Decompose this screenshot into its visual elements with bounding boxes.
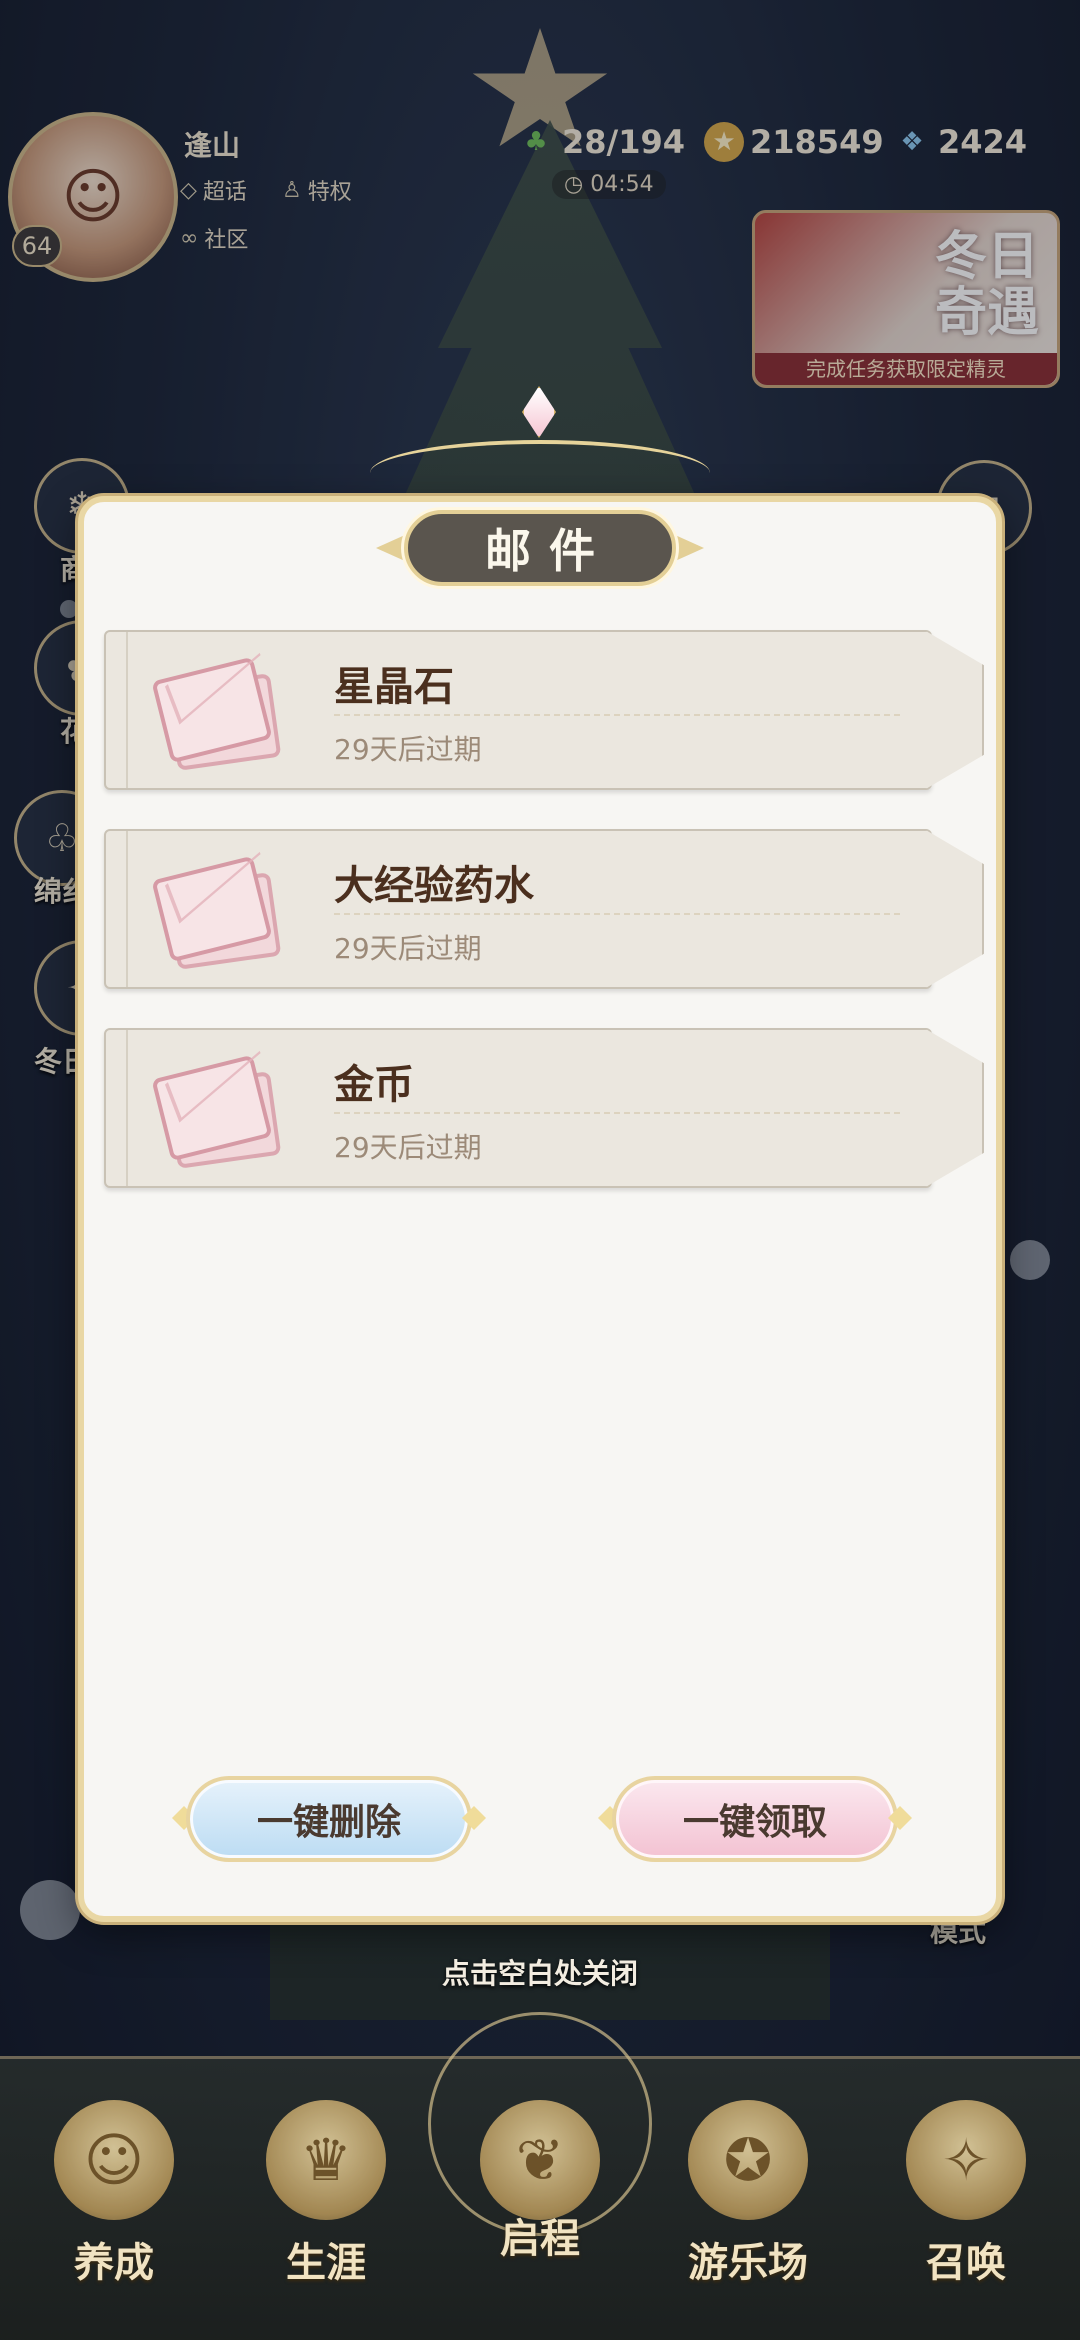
- playground-icon: ✪: [688, 2100, 808, 2220]
- mail-divider: [334, 1112, 900, 1114]
- nav-label: 启程: [500, 2216, 580, 2262]
- mail-title: 星晶石: [334, 664, 454, 710]
- crown-icon: ♛: [266, 2100, 386, 2220]
- mail-item[interactable]: 大经验药水 29天后过期: [104, 829, 984, 989]
- nav-item-develop[interactable]: ☺ 养成: [24, 2080, 204, 2320]
- mail-title: 大经验药水: [334, 863, 534, 909]
- mail-divider: [334, 714, 900, 716]
- summon-card-icon: ✧: [906, 2100, 1026, 2220]
- mail-expire: 29天后过期: [334, 733, 482, 766]
- nav-item-career[interactable]: ♛ 生涯: [236, 2080, 416, 2320]
- mail-card: 金币 29天后过期: [104, 1028, 932, 1188]
- mail-tab-decoration: [924, 1028, 984, 1188]
- claim-all-button[interactable]: 一键领取: [612, 1776, 898, 1862]
- mail-title: 金币: [334, 1062, 414, 1108]
- nav-label: 养成: [74, 2240, 154, 2286]
- envelope-icon: [151, 849, 284, 979]
- mail-card: 大经验药水 29天后过期: [104, 829, 932, 989]
- mail-expire: 29天后过期: [334, 1131, 482, 1164]
- nav-item-journey[interactable]: ❦ 启程: [450, 2080, 630, 2320]
- envelope-icon: [151, 650, 284, 780]
- nav-item-summon[interactable]: ✧ 召唤: [876, 2080, 1056, 2320]
- nav-label: 召唤: [926, 2240, 1006, 2286]
- mail-tab-decoration: [924, 630, 984, 790]
- nav-label: 游乐场: [688, 2240, 808, 2286]
- mail-divider: [334, 913, 900, 915]
- close-hint: 点击空白处关闭: [441, 1957, 638, 1990]
- mail-tab-decoration: [924, 829, 984, 989]
- mail-card: 星晶石 29天后过期: [104, 630, 932, 790]
- delete-all-button[interactable]: 一键删除: [186, 1776, 472, 1862]
- envelope-icon: [151, 1048, 284, 1178]
- mail-expire: 29天后过期: [334, 932, 482, 965]
- nav-label: 生涯: [286, 2240, 366, 2286]
- book-butterfly-icon: ❦: [480, 2100, 600, 2220]
- nav-item-playground[interactable]: ✪ 游乐场: [658, 2080, 838, 2320]
- mail-dialog-title: 邮件: [404, 510, 676, 586]
- girl-face-icon: ☺: [54, 2100, 174, 2220]
- mail-item[interactable]: 星晶石 29天后过期: [104, 630, 984, 790]
- mail-item[interactable]: 金币 29天后过期: [104, 1028, 984, 1188]
